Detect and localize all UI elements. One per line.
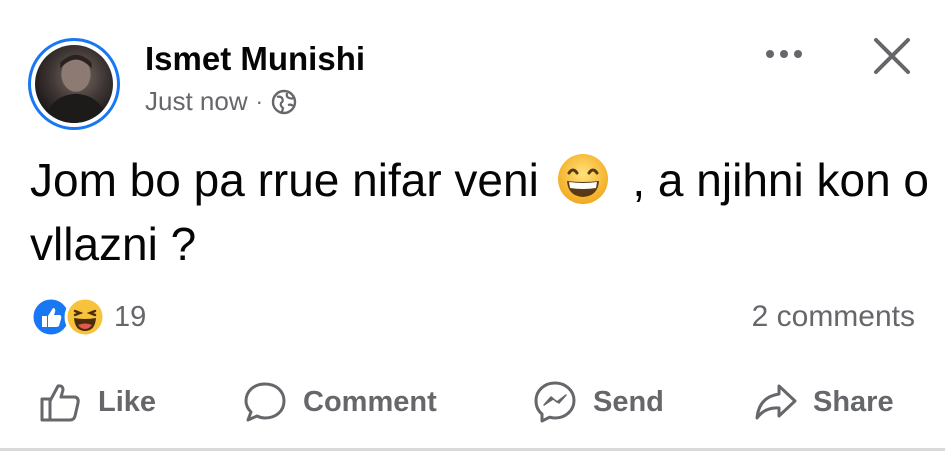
comment-label: Comment <box>303 385 437 418</box>
facebook-post-card: Ismet Munishi Just now · Jom bo pa rrue … <box>0 0 945 451</box>
comments-count-link[interactable]: 2 comments <box>752 300 915 334</box>
post-text-part-1: Jom bo pa rrue nifar veni <box>30 154 539 206</box>
author-avatar[interactable] <box>28 38 120 130</box>
like-button[interactable]: Like <box>38 372 156 432</box>
post-meta: Just now · <box>145 86 297 117</box>
avatar-photo <box>35 45 113 123</box>
haha-reaction-icon <box>64 296 106 338</box>
globe-icon[interactable] <box>271 89 297 115</box>
author-name[interactable]: Ismet Munishi <box>145 40 365 78</box>
meta-separator: · <box>255 88 263 114</box>
more-options-icon[interactable] <box>762 36 806 72</box>
share-button[interactable]: Share <box>753 372 894 432</box>
grinning-face-emoji-icon <box>557 154 608 204</box>
send-label: Send <box>593 385 664 418</box>
thumbs-up-icon <box>40 384 80 422</box>
comment-bubble-icon <box>244 382 286 422</box>
reaction-count: 19 <box>114 300 147 333</box>
messenger-icon <box>534 381 576 423</box>
send-button[interactable]: Send <box>533 372 664 432</box>
reactions-summary[interactable]: 19 <box>30 296 146 338</box>
post-action-bar: Like Comment Send Share <box>0 372 945 432</box>
comment-button[interactable]: Comment <box>243 372 437 432</box>
post-timestamp[interactable]: Just now <box>145 86 248 117</box>
post-text: Jom bo pa rrue nifar veni , a njihni kon… <box>30 148 930 276</box>
like-label: Like <box>98 385 157 418</box>
share-arrow-icon <box>755 384 797 420</box>
close-icon[interactable] <box>868 32 916 80</box>
share-label: Share <box>813 385 894 418</box>
